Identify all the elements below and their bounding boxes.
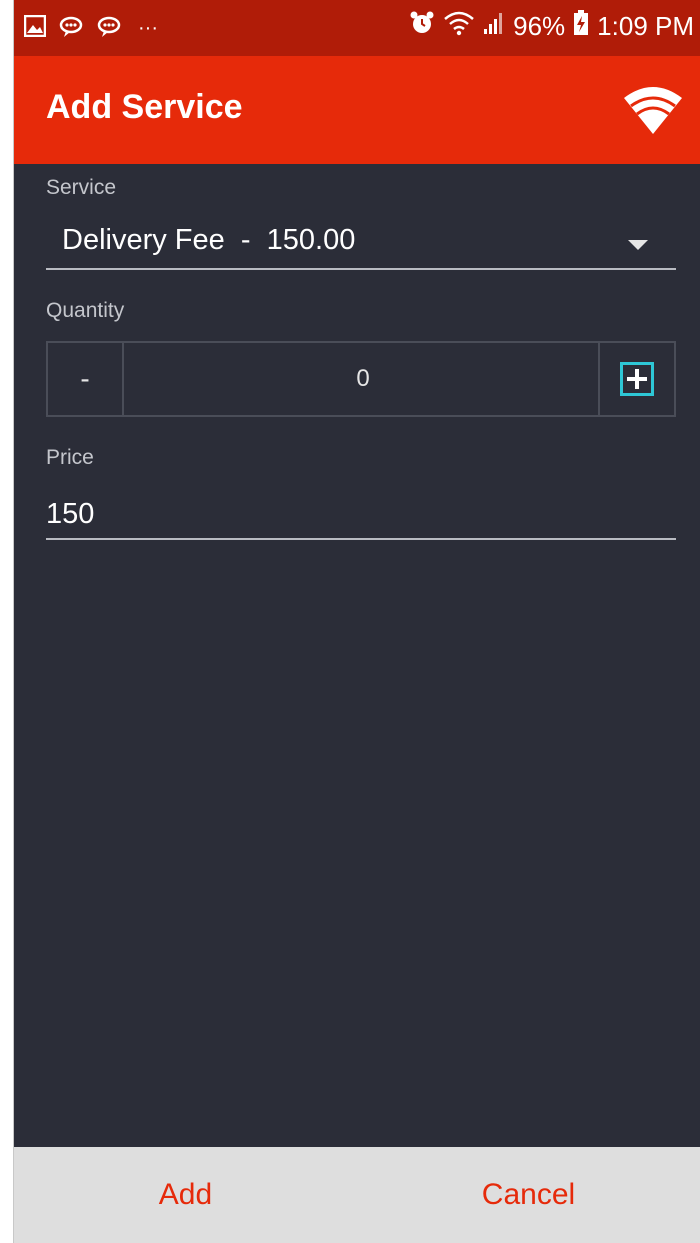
dialog-actions: Add Cancel bbox=[14, 1147, 700, 1243]
status-bar-system: 96% 1:09 PM bbox=[409, 10, 694, 43]
chevron-down-icon bbox=[628, 240, 648, 250]
gallery-icon bbox=[23, 14, 47, 42]
service-dropdown[interactable]: Delivery Fee - 150.00 bbox=[46, 218, 676, 270]
price-label: Price bbox=[46, 446, 94, 469]
quantity-stepper: - 0 bbox=[46, 341, 676, 417]
app-bar: Add Service bbox=[14, 56, 700, 164]
wifi-icon[interactable] bbox=[622, 84, 684, 136]
status-bar: ··· 96% 1:09 PM bbox=[14, 0, 700, 56]
more-notifications-indicator: ··· bbox=[138, 17, 158, 39]
increment-button[interactable] bbox=[598, 343, 674, 415]
clock: 1:09 PM bbox=[597, 11, 694, 41]
service-label: Service bbox=[46, 176, 117, 199]
quantity-value[interactable]: 0 bbox=[124, 343, 602, 415]
chat-bubble-icon bbox=[58, 14, 84, 43]
page-title: Add Service bbox=[46, 88, 243, 126]
signal-icon bbox=[483, 11, 505, 42]
window-edge bbox=[0, 0, 14, 1243]
app-screen: ··· 96% 1:09 PM Add Service Service Deli… bbox=[14, 0, 700, 1243]
add-button[interactable]: Add bbox=[14, 1147, 357, 1243]
quantity-label: Quantity bbox=[46, 299, 125, 322]
cancel-button[interactable]: Cancel bbox=[357, 1147, 700, 1243]
service-selected-value: Delivery Fee - 150.00 bbox=[62, 224, 356, 256]
alarm-icon bbox=[409, 10, 435, 43]
chat-bubble-icon bbox=[96, 14, 122, 43]
status-bar-notifications: ··· bbox=[23, 14, 158, 43]
plus-icon bbox=[620, 362, 654, 396]
wifi-icon bbox=[443, 10, 475, 43]
decrement-button[interactable]: - bbox=[48, 343, 124, 415]
battery-charging-icon bbox=[573, 10, 589, 43]
battery-percent: 96% bbox=[513, 11, 566, 41]
price-input[interactable]: 150 bbox=[46, 492, 676, 540]
